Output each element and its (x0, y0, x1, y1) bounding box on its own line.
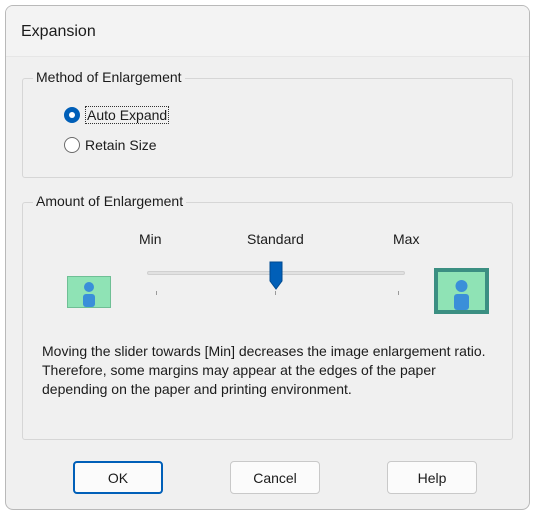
max-enlargement-picture-icon (434, 268, 489, 314)
ok-button[interactable]: OK (73, 461, 163, 494)
description-line-2: Therefore, some margins may appear at th… (42, 362, 436, 397)
slider-min-label: Min (139, 231, 162, 247)
min-enlargement-picture-icon (67, 276, 111, 308)
enlargement-description: Moving the slider towards [Min] decrease… (42, 342, 502, 399)
dialog-title: Expansion (21, 23, 96, 40)
slider-tick-max (398, 291, 399, 295)
slider-tick-min (156, 291, 157, 295)
radio-auto-expand[interactable]: Auto Expand (64, 106, 170, 124)
slider-max-label: Max (393, 231, 420, 247)
radio-retain-size-label: Retain Size (85, 137, 157, 153)
method-group-label: Method of Enlargement (33, 69, 185, 85)
enlargement-slider-thumb[interactable] (269, 261, 283, 291)
expansion-dialog: Expansion Method of Enlargement Auto Exp… (5, 5, 530, 510)
radio-auto-expand-label: Auto Expand (85, 106, 170, 124)
title-bar: Expansion (6, 6, 529, 57)
slider-tick-standard (275, 291, 276, 295)
radio-unchecked-icon (64, 137, 80, 153)
amount-group-label: Amount of Enlargement (33, 193, 187, 209)
cancel-button[interactable]: Cancel (230, 461, 320, 494)
method-of-enlargement-group: Method of Enlargement (22, 69, 513, 178)
radio-retain-size[interactable]: Retain Size (64, 137, 157, 153)
help-button[interactable]: Help (387, 461, 477, 494)
slider-standard-label: Standard (247, 231, 304, 247)
description-line-1: Moving the slider towards [Min] decrease… (42, 343, 486, 359)
radio-checked-icon (64, 107, 80, 123)
